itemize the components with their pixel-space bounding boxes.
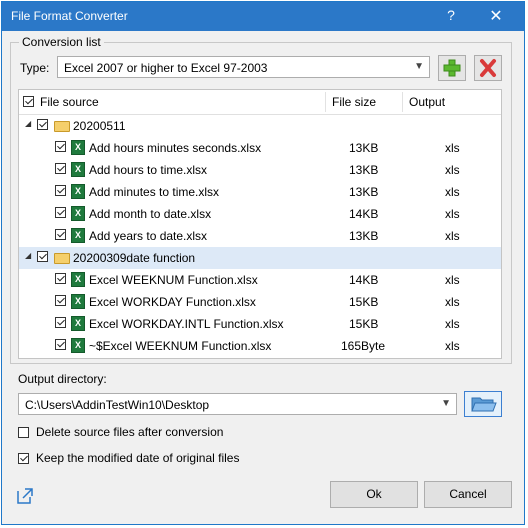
table-row[interactable]: X Excel WEEKNUM Function.xlsx 14KB xls: [19, 269, 501, 291]
row-checkbox[interactable]: [55, 141, 66, 152]
title-bar: File Format Converter ? ✕: [2, 2, 524, 31]
file-output: xls: [445, 273, 460, 287]
file-output: xls: [445, 229, 460, 243]
open-folder-icon: [471, 397, 497, 412]
folder-row-20200309date-function[interactable]: ◢ 20200309date function: [19, 247, 501, 269]
folder-name: 20200309date function: [73, 251, 196, 265]
file-size: 13KB: [349, 163, 379, 177]
ok-button[interactable]: Ok: [330, 481, 418, 508]
excel-file-icon: X: [71, 272, 85, 287]
output-directory-combo[interactable]: C:\Users\AddinTestWin10\Desktop ▼: [18, 393, 457, 415]
row-checkbox[interactable]: [55, 163, 66, 174]
file-size: 165Byte: [341, 339, 386, 353]
table-row[interactable]: X Add hours minutes seconds.xlsx 13KB xl…: [19, 137, 501, 159]
file-size: 15KB: [349, 295, 379, 309]
file-output: xls: [445, 317, 460, 331]
type-dropdown[interactable]: Excel 2007 or higher to Excel 97-2003 ▼: [57, 56, 430, 78]
column-divider: [325, 92, 326, 112]
excel-file-icon: X: [71, 338, 85, 353]
select-all-checkbox[interactable]: [23, 96, 34, 107]
table-row[interactable]: X ~$Excel WEEKNUM Function.xlsx 165Byte …: [19, 335, 501, 357]
expand-triangle-icon[interactable]: ◢: [25, 119, 31, 128]
chevron-down-icon: ▼: [414, 61, 424, 72]
help-button[interactable]: ?: [439, 7, 463, 25]
file-name: Add minutes to time.xlsx: [89, 185, 220, 199]
type-label: Type:: [20, 61, 50, 75]
column-divider: [402, 92, 403, 112]
row-checkbox[interactable]: [55, 317, 66, 328]
folder-icon: [54, 253, 70, 264]
folder-icon: [54, 121, 70, 132]
type-value: Excel 2007 or higher to Excel 97-2003: [64, 61, 268, 75]
row-checkbox[interactable]: [37, 251, 48, 262]
table-row[interactable]: X Add years to date.xlsx 13KB xls: [19, 225, 501, 247]
file-size: 13KB: [349, 229, 379, 243]
external-link-icon[interactable]: [15, 486, 35, 509]
remove-button[interactable]: [474, 55, 502, 81]
row-checkbox[interactable]: [55, 295, 66, 306]
keep-date-label: Keep the modified date of original files: [36, 451, 240, 465]
file-output: xls: [445, 295, 460, 309]
excel-file-icon: X: [71, 228, 85, 243]
file-size: 13KB: [349, 185, 379, 199]
file-list[interactable]: File source File size Output ◢ 20200511 …: [18, 89, 502, 359]
add-button[interactable]: [438, 55, 466, 81]
file-size: 15KB: [349, 317, 379, 331]
file-name: Add month to date.xlsx: [89, 207, 212, 221]
close-button[interactable]: ✕: [482, 6, 510, 26]
conversion-list-label: Conversion list: [19, 35, 104, 49]
file-output: xls: [445, 339, 460, 353]
file-size: 14KB: [349, 207, 379, 221]
file-name: Add years to date.xlsx: [89, 229, 208, 243]
list-header: File source File size Output: [19, 90, 501, 115]
plus-icon: [443, 59, 461, 77]
row-checkbox[interactable]: [55, 339, 66, 350]
file-name: ~$Excel WEEKNUM Function.xlsx: [89, 339, 272, 353]
delete-source-checkbox[interactable]: [18, 427, 29, 438]
table-row[interactable]: X Add month to date.xlsx 14KB xls: [19, 203, 501, 225]
file-name: Excel WORKDAY Function.xlsx: [89, 295, 256, 309]
cancel-button[interactable]: Cancel: [424, 481, 512, 508]
file-output: xls: [445, 163, 460, 177]
expand-triangle-icon[interactable]: ◢: [25, 251, 31, 260]
output-directory-path: C:\Users\AddinTestWin10\Desktop: [25, 398, 210, 412]
column-output[interactable]: Output: [409, 95, 445, 109]
excel-file-icon: X: [71, 294, 85, 309]
row-checkbox[interactable]: [37, 119, 48, 130]
excel-file-icon: X: [71, 140, 85, 155]
file-name: Add hours to time.xlsx: [89, 163, 208, 177]
file-output: xls: [445, 185, 460, 199]
output-directory-label: Output directory:: [18, 372, 107, 386]
column-file-size[interactable]: File size: [332, 95, 376, 109]
file-name: Excel WORKDAY.INTL Function.xlsx: [89, 317, 284, 331]
file-output: xls: [445, 141, 460, 155]
folder-name: 20200511: [73, 119, 126, 133]
chevron-down-icon: ▼: [441, 398, 451, 409]
excel-file-icon: X: [71, 316, 85, 331]
table-row[interactable]: X Add hours to time.xlsx 13KB xls: [19, 159, 501, 181]
folder-row-20200511[interactable]: ◢ 20200511: [19, 115, 501, 137]
browse-folder-button[interactable]: [464, 391, 502, 417]
table-row[interactable]: X Excel WORKDAY Function.xlsx 15KB xls: [19, 291, 501, 313]
row-checkbox[interactable]: [55, 229, 66, 240]
file-output: xls: [445, 207, 460, 221]
file-size: 13KB: [349, 141, 379, 155]
column-file-source[interactable]: File source: [40, 95, 99, 109]
file-name: Add hours minutes seconds.xlsx: [89, 141, 262, 155]
excel-file-icon: X: [71, 162, 85, 177]
keep-date-checkbox[interactable]: [18, 453, 29, 464]
table-row[interactable]: X Add minutes to time.xlsx 13KB xls: [19, 181, 501, 203]
file-size: 14KB: [349, 273, 379, 287]
row-checkbox[interactable]: [55, 273, 66, 284]
window-title: File Format Converter: [11, 9, 128, 23]
table-row[interactable]: X Excel WORKDAY.INTL Function.xlsx 15KB …: [19, 313, 501, 335]
file-name: Excel WEEKNUM Function.xlsx: [89, 273, 258, 287]
delete-source-label: Delete source files after conversion: [36, 425, 224, 439]
excel-file-icon: X: [71, 184, 85, 199]
row-checkbox[interactable]: [55, 185, 66, 196]
delete-x-icon: [480, 59, 496, 77]
excel-file-icon: X: [71, 206, 85, 221]
row-checkbox[interactable]: [55, 207, 66, 218]
